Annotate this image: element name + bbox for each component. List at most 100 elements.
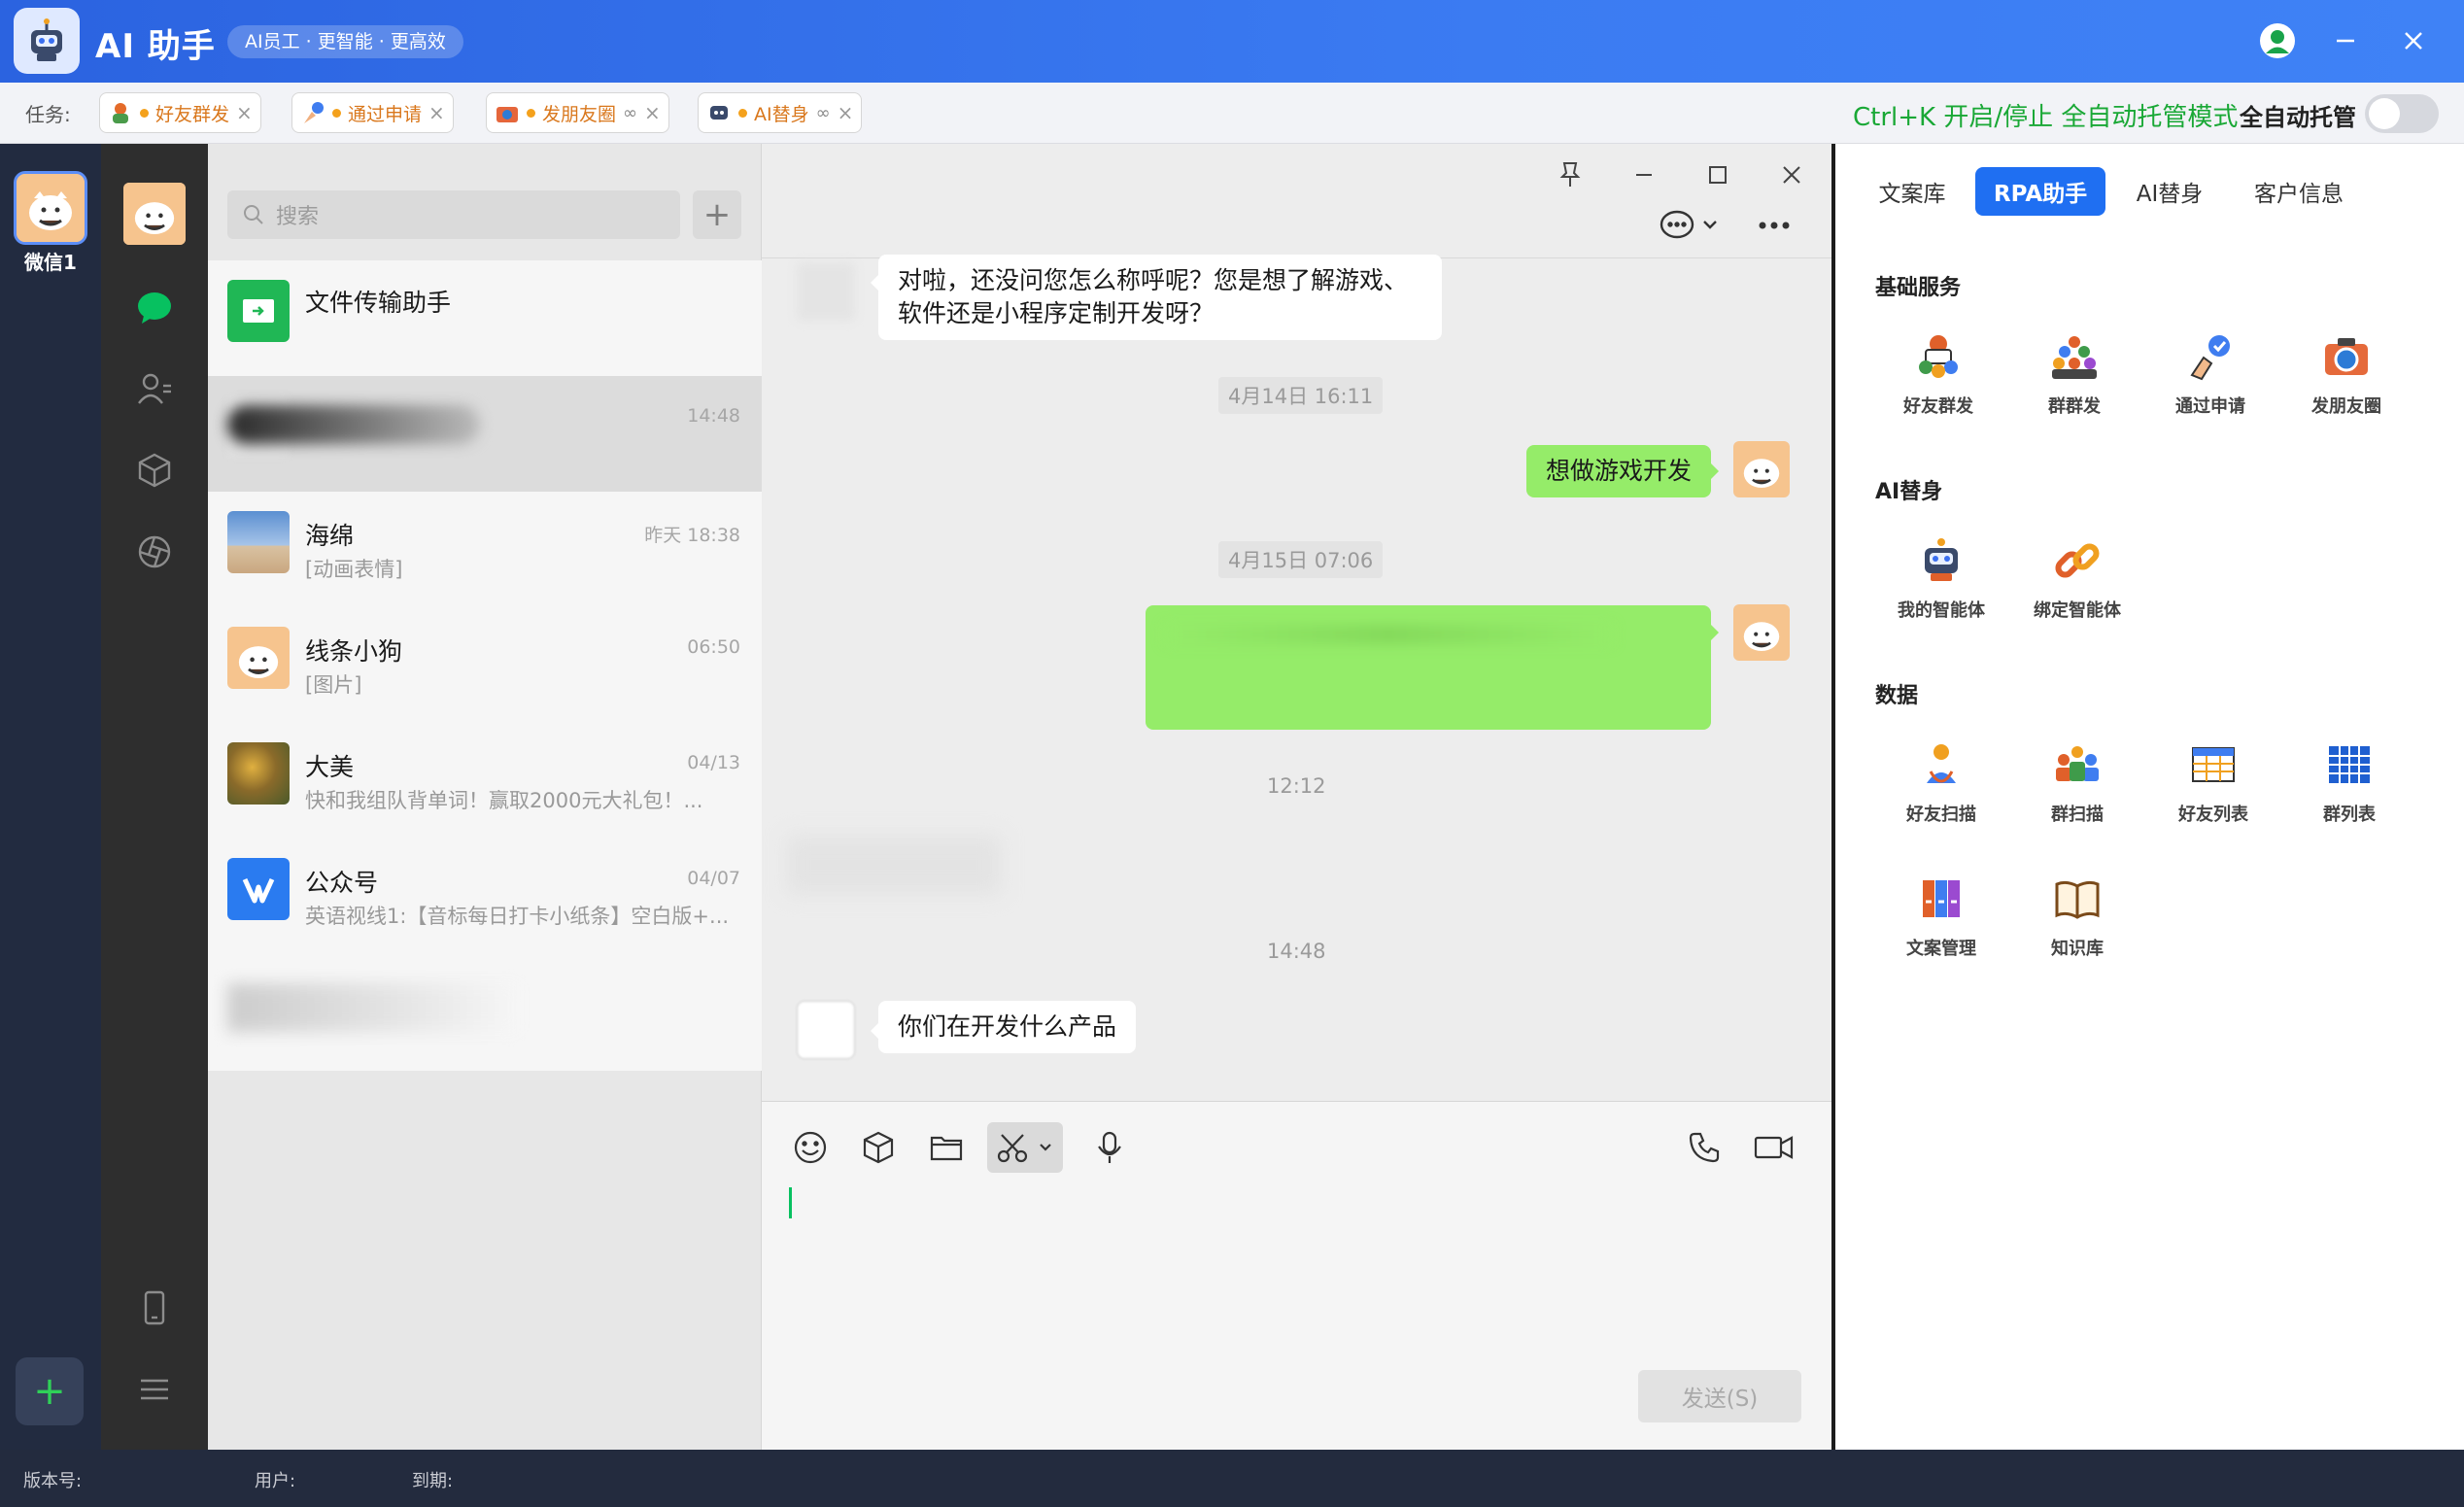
task-chip-accept-request[interactable]: 通过申请 × — [291, 92, 454, 133]
account-label: 微信1 — [24, 251, 77, 274]
send-button[interactable]: 发送(S) — [1638, 1370, 1801, 1422]
chat-last-message: 英语视线1:【音标每日打卡小纸条】空白版+... — [305, 905, 730, 928]
aperture-icon[interactable] — [135, 532, 174, 571]
redacted-content — [1165, 625, 1612, 644]
feature-moments[interactable]: 发朋友圈 — [2288, 330, 2405, 418]
feature-group-broadcast[interactable]: 群群发 — [2016, 330, 2133, 418]
feature-friend-broadcast[interactable]: 好友群发 — [1880, 330, 1997, 418]
user-avatar-icon[interactable] — [2254, 17, 2301, 64]
task-label: 任务: — [25, 103, 71, 126]
group-scan-icon — [2051, 738, 2104, 791]
task-chip-ai-avatar[interactable]: AI替身 ∞ × — [698, 92, 863, 133]
wechat-nav — [101, 144, 208, 1450]
chat-time: 14:48 — [687, 405, 740, 427]
tab-customer-info[interactable]: 客户信息 — [2233, 167, 2365, 216]
chat-last-message: [动画表情] — [305, 558, 403, 581]
camera-icon — [2320, 330, 2373, 383]
task-chip-moments[interactable]: 发朋友圈 ∞ × — [486, 92, 669, 133]
task-chip-friend-broadcast[interactable]: 好友群发 × — [99, 92, 261, 133]
call-icon[interactable] — [1679, 1122, 1729, 1173]
close-icon[interactable]: × — [236, 101, 253, 124]
avatar — [227, 511, 290, 573]
chat-list-item[interactable]: 文件传输助手 — [208, 260, 762, 376]
search-input[interactable]: 搜索 — [227, 190, 680, 239]
feature-friend-scan[interactable]: 好友扫描 — [1883, 738, 2000, 826]
phone-icon[interactable] — [135, 1288, 174, 1327]
auto-manage-label: 全自动托管 — [2240, 104, 2356, 131]
add-chat-button[interactable]: + — [693, 190, 741, 239]
robot-icon — [706, 100, 732, 125]
avatar — [227, 742, 290, 805]
redacted-name — [227, 405, 480, 444]
message-bubble: 想做游戏开发 — [1526, 445, 1712, 497]
feature-copy-management[interactable]: 文案管理 — [1883, 873, 2000, 960]
feature-knowledge-base[interactable]: 知识库 — [2019, 873, 2136, 960]
timestamp: 12:12 — [1267, 774, 1326, 798]
account-sidebar — [0, 144, 101, 1450]
app-title: AI 助手 — [95, 27, 216, 66]
feature-label: 发朋友圈 — [2311, 396, 2381, 417]
search-icon — [243, 204, 264, 225]
infinite-icon: ∞ — [623, 102, 638, 123]
feature-group-scan[interactable]: 群扫描 — [2019, 738, 2136, 826]
menu-icon[interactable] — [135, 1370, 174, 1409]
add-account-button[interactable]: + — [16, 1357, 84, 1425]
feature-accept-request[interactable]: 通过申请 — [2152, 330, 2269, 418]
feature-my-agent[interactable]: 我的智能体 — [1883, 534, 2000, 622]
binders-icon — [1915, 873, 1968, 925]
minimize-icon[interactable] — [2322, 17, 2369, 64]
close-icon[interactable]: × — [428, 101, 445, 124]
version-label: 版本号: — [23, 1471, 83, 1491]
auto-manage-toggle[interactable] — [2365, 94, 2439, 133]
wechat-avatar[interactable] — [123, 183, 186, 245]
feature-group-list[interactable]: 群列表 — [2291, 738, 2408, 826]
close-icon[interactable] — [2390, 17, 2437, 64]
crowd-icon — [2048, 330, 2101, 383]
scissors-icon[interactable] — [987, 1122, 1063, 1173]
chat-name: 海绵 — [305, 522, 355, 550]
pin-icon[interactable] — [1551, 155, 1590, 194]
search-placeholder: 搜索 — [276, 205, 320, 229]
video-icon[interactable] — [1749, 1122, 1799, 1173]
minimize-icon[interactable] — [1625, 155, 1663, 194]
bubble-tail — [1710, 624, 1719, 641]
more-icon[interactable] — [1755, 206, 1794, 245]
tab-rpa-assistant[interactable]: RPA助手 — [1975, 167, 2105, 216]
emoji-icon[interactable] — [785, 1122, 836, 1173]
redacted-content — [787, 836, 1001, 894]
chat-list-item[interactable]: 线条小狗 06:50 [图片] — [208, 607, 762, 723]
chat-name: 文件传输助手 — [305, 289, 452, 317]
cube-icon[interactable] — [135, 451, 174, 490]
tab-copy-library[interactable]: 文案库 — [1862, 167, 1963, 216]
feature-label: 知识库 — [2051, 939, 2104, 959]
chat-list-item[interactable]: 海绵 昨天 18:38 [动画表情] — [208, 492, 762, 607]
chat-list-item[interactable]: 公众号 04/07 英语视线1:【音标每日打卡小纸条】空白版+... — [208, 839, 762, 954]
robot-icon — [14, 8, 80, 74]
chat-name: 线条小狗 — [305, 637, 403, 666]
tab-ai-avatar[interactable]: AI替身 — [2118, 167, 2221, 216]
chat-bubble-icon[interactable] — [135, 288, 174, 326]
camera-icon — [495, 100, 520, 125]
chat-bubble-icon[interactable] — [1658, 206, 1726, 245]
cube-icon[interactable] — [853, 1122, 904, 1173]
chat-list-item[interactable] — [208, 954, 762, 1071]
close-icon[interactable] — [1772, 155, 1811, 194]
hotkey-hint: Ctrl+K 开启/停止 全自动托管模式 — [1853, 103, 2239, 132]
feature-label: 通过申请 — [2175, 396, 2245, 417]
feature-friend-list[interactable]: 好友列表 — [2155, 738, 2272, 826]
official-account-icon — [227, 858, 290, 920]
folder-icon[interactable] — [921, 1122, 972, 1173]
close-icon[interactable]: × — [644, 101, 661, 124]
account-avatar[interactable] — [14, 171, 87, 245]
feature-label: 群群发 — [2048, 396, 2101, 417]
feature-bind-agent[interactable]: 绑定智能体 — [2019, 534, 2136, 622]
grid-icon — [2323, 738, 2376, 791]
chat-list-item[interactable]: 大美 04/13 快和我组队背单词！赢取2000元大礼包！... — [208, 723, 762, 839]
contacts-icon[interactable] — [135, 369, 174, 408]
chat-list-item[interactable]: 14:48 — [208, 376, 762, 492]
maximize-icon[interactable] — [1698, 155, 1737, 194]
timestamp: 4月14日 16:11 — [1218, 377, 1384, 414]
close-icon[interactable]: × — [838, 101, 854, 124]
book-icon — [2051, 873, 2104, 925]
mic-icon[interactable] — [1084, 1122, 1135, 1173]
